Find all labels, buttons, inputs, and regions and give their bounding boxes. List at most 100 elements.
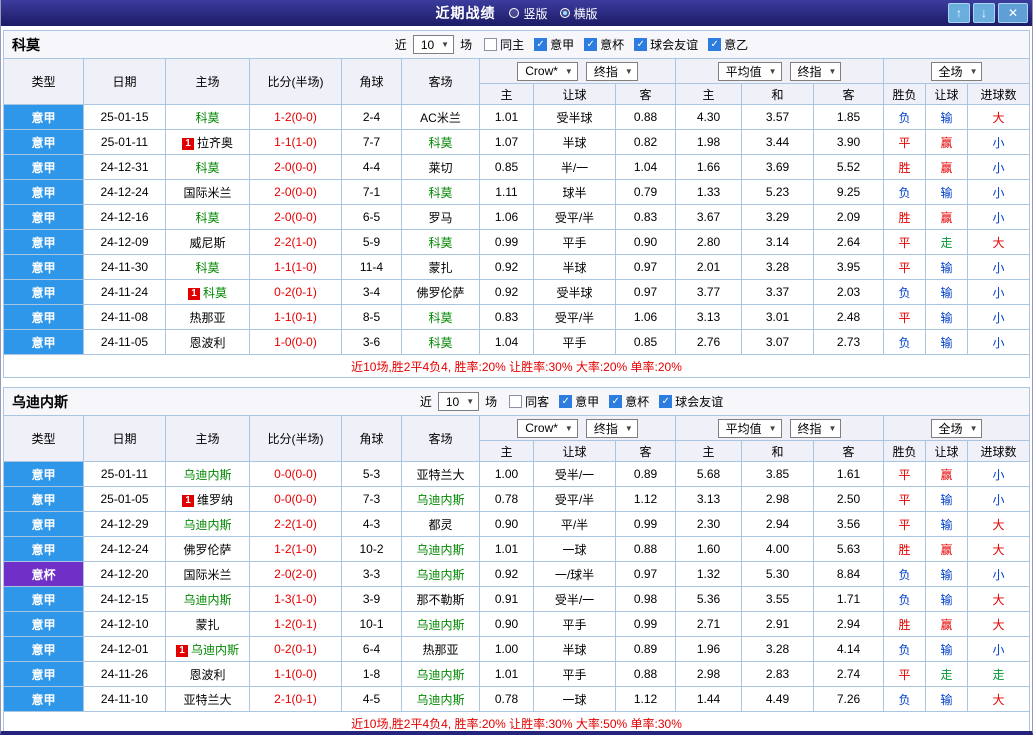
avg-stage-select[interactable]: 终指 ▼ — [789, 61, 842, 81]
team-name-text: 乌迪内斯 — [183, 592, 232, 607]
goals-result-cell: 大 — [967, 104, 1030, 130]
date-cell: 24-11-30 — [83, 254, 166, 280]
odds-stage-value: 终指 — [593, 64, 618, 79]
team-name-text: 亚特兰大 — [416, 467, 465, 482]
close-button[interactable]: ✕ — [998, 3, 1028, 23]
goals-result-cell: 大 — [967, 511, 1030, 537]
window-title: 近期战绩 — [435, 5, 496, 21]
radio-horizontal-layout[interactable]: 横版 — [559, 5, 598, 22]
avg-stage-select[interactable]: 终指 ▼ — [789, 418, 842, 438]
team-name-text: 乌迪内斯 — [416, 617, 465, 632]
recent-count-select[interactable]: 10 ▼ — [437, 392, 480, 411]
date-cell: 24-12-24 — [83, 536, 166, 562]
checkbox[interactable] — [484, 38, 498, 51]
filter-label: 同主 — [500, 38, 525, 52]
match-row: 意甲 24-11-08 热那亚 1-1(0-1) 8-5 科莫 0.83 受平/半 1.06 3.… — [3, 304, 1030, 330]
wdl-result-cell: 负 — [883, 179, 927, 205]
average-select[interactable]: 平均值 ▼ — [717, 61, 782, 81]
score-cell: 2-0(0-0) — [249, 204, 342, 230]
chevron-down-icon: ▼ — [564, 423, 573, 433]
bookmaker-select[interactable]: Crow* ▼ — [517, 61, 578, 81]
handicap-line-cell: 平手 — [533, 661, 616, 687]
checkbox[interactable]: ✓ — [634, 38, 648, 51]
average-select[interactable]: 平均值 ▼ — [717, 418, 782, 438]
filter-同客[interactable]: 同客 — [509, 393, 549, 410]
date-cell: 24-12-24 — [83, 179, 166, 205]
goals-result-cell: 大 — [967, 536, 1030, 562]
goals-result-cell: 小 — [967, 329, 1030, 355]
wdl-result-cell: 平 — [883, 461, 927, 487]
avg-draw-cell: 3.28 — [741, 636, 815, 662]
team-cell: 佛罗伦萨 — [165, 536, 250, 562]
checkbox[interactable]: ✓ — [559, 395, 573, 408]
odds-home-cell: 0.92 — [479, 561, 534, 587]
team-name-text: 科莫 — [428, 185, 453, 200]
handicap-line-cell: 受平/半 — [533, 486, 616, 512]
odds-home-cell: 0.90 — [479, 511, 534, 537]
summary-text: 近10场,胜2平4负4, 胜率:20% 让胜率:30% 大率:20% 单率:20… — [3, 354, 1030, 378]
avg-away-cell: 2.64 — [813, 229, 885, 255]
avg-draw-cell: 2.94 — [741, 511, 815, 537]
goals-result-cell: 小 — [967, 154, 1030, 180]
checkbox[interactable]: ✓ — [534, 38, 548, 51]
filter-同主[interactable]: 同主 — [484, 36, 524, 53]
avg-home-cell: 5.68 — [675, 461, 743, 487]
odds-group-header: Crow* ▼ 终指 ▼ — [478, 58, 677, 84]
handicap-result-cell: 赢 — [925, 204, 969, 230]
filter-意甲[interactable]: ✓ 意甲 — [534, 36, 574, 53]
filter-球会友谊[interactable]: ✓ 球会友谊 — [634, 36, 698, 53]
move-up-button[interactable]: ↑ — [948, 3, 970, 23]
odds-stage-value: 终指 — [593, 421, 618, 436]
handicap-result-cell: 输 — [925, 304, 969, 330]
recent-count-select[interactable]: 10 ▼ — [412, 35, 455, 54]
avg-away-cell: 1.85 — [813, 104, 885, 130]
odds-home-cell: 0.99 — [479, 229, 534, 255]
odds-away-cell: 1.04 — [614, 154, 677, 180]
filter-意杯[interactable]: ✓ 意杯 — [584, 36, 624, 53]
odds-home-cell: 1.07 — [479, 129, 534, 155]
score-cell: 1-2(1-0) — [249, 536, 342, 562]
checkbox[interactable]: ✓ — [708, 38, 722, 51]
checkbox[interactable] — [509, 395, 523, 408]
avg-home-cell: 5.36 — [675, 586, 743, 612]
filter-label: 意甲 — [550, 38, 575, 52]
wdl-result-cell: 负 — [883, 586, 927, 612]
col-type: 类型 — [3, 415, 84, 462]
league-cell: 意甲 — [3, 329, 84, 355]
odds-stage-select[interactable]: 终指 ▼ — [585, 61, 638, 81]
chevron-down-icon: ▼ — [466, 397, 475, 406]
checkbox[interactable]: ✓ — [609, 395, 623, 408]
checkbox[interactable]: ✓ — [584, 38, 598, 51]
avg-away-cell: 2.94 — [813, 611, 885, 637]
team-cell: 乌迪内斯 — [401, 611, 480, 637]
team-name-text: 科莫 — [428, 135, 453, 150]
move-down-button[interactable]: ↓ — [973, 3, 995, 23]
avg-draw-cell: 3.28 — [741, 254, 815, 280]
fulltime-select-value: 全场 — [938, 421, 963, 436]
chevron-down-icon: ▼ — [768, 423, 777, 433]
checkbox[interactable]: ✓ — [659, 395, 673, 408]
odds-stage-select[interactable]: 终指 ▼ — [585, 418, 638, 438]
radio-vertical-layout[interactable]: 竖版 — [509, 5, 548, 22]
team-name-text: 恩波利 — [189, 667, 226, 682]
col-home: 主场 — [165, 415, 250, 462]
col-odds-away: 客 — [614, 83, 677, 105]
fulltime-select[interactable]: 全场 ▼ — [930, 418, 983, 438]
odds-away-cell: 1.12 — [614, 686, 677, 712]
col-avg-away: 客 — [813, 83, 885, 105]
wdl-result-cell: 胜 — [883, 204, 927, 230]
col-wdl: 胜负 — [883, 440, 927, 462]
corners-cell: 7-1 — [341, 179, 402, 205]
bookmaker-select[interactable]: Crow* ▼ — [517, 418, 578, 438]
league-cell: 意甲 — [3, 461, 84, 487]
filter-意杯[interactable]: ✓ 意杯 — [609, 393, 649, 410]
team-cell: 乌迪内斯 — [165, 461, 250, 487]
avg-draw-cell: 3.14 — [741, 229, 815, 255]
avg-home-cell: 1.98 — [675, 129, 743, 155]
goals-result-cell: 小 — [967, 636, 1030, 662]
corners-cell: 2-4 — [341, 104, 402, 130]
fulltime-select[interactable]: 全场 ▼ — [930, 61, 983, 81]
filter-球会友谊[interactable]: ✓ 球会友谊 — [659, 393, 723, 410]
filter-意乙[interactable]: ✓ 意乙 — [708, 36, 748, 53]
filter-意甲[interactable]: ✓ 意甲 — [559, 393, 599, 410]
